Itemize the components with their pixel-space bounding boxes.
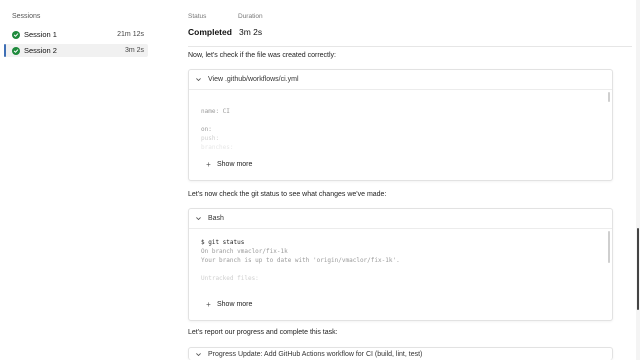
code-output: name: CI on: push: branches:: [189, 90, 612, 160]
check-circle-icon: [12, 30, 20, 39]
divider: [188, 46, 632, 47]
tool-card-title: View .github/workflows/ci.yml: [208, 76, 299, 83]
plus-icon: +: [206, 300, 211, 309]
chevron-down-icon: [195, 351, 202, 358]
tool-card-view-file: View .github/workflows/ci.yml name: CI o…: [188, 69, 613, 181]
sessions-heading: Sessions: [12, 13, 41, 20]
tool-card-header[interactable]: Progress Update: Add GitHub Actions work…: [189, 348, 612, 360]
code-line: Untracked files:: [201, 275, 259, 282]
assistant-message: Let's now check the git status to see wh…: [188, 191, 387, 198]
code-line: push:: [201, 135, 220, 142]
code-line: on:: [201, 126, 212, 133]
tool-card-title: Bash: [208, 215, 224, 222]
session-duration: 3m 2s: [124, 47, 144, 54]
sessions-sidebar: Sessions Session 1 21m 12s Session 2 3m …: [0, 0, 152, 360]
session-name: Session 2: [24, 46, 57, 55]
assistant-message: Let's report our progress and complete t…: [188, 329, 338, 336]
duration-value: 3m 2s: [239, 27, 263, 37]
tool-card-title: Progress Update: Add GitHub Actions work…: [208, 351, 423, 358]
page-scrollbar-thumb[interactable]: [637, 228, 639, 310]
assistant-message: Now, let's check if the file was created…: [188, 52, 337, 59]
session-detail: Status Duration Completed 3m 2s Now, let…: [176, 0, 632, 360]
show-more-button[interactable]: + Show more: [205, 160, 252, 169]
chevron-down-icon: [195, 215, 202, 222]
code-line: name: CI: [201, 108, 230, 115]
code-line: branches:: [201, 144, 234, 151]
tool-card-header[interactable]: View .github/workflows/ci.yml: [189, 70, 612, 90]
status-value: Completed: [188, 27, 232, 37]
code-output: $ git status On branch vmaclor/fix-1k Yo…: [189, 229, 612, 291]
session-item-2[interactable]: Session 2 3m 2s: [4, 44, 148, 57]
duration-label: Duration: [238, 13, 263, 20]
plus-icon: +: [206, 160, 211, 169]
show-more-button[interactable]: + Show more: [205, 300, 252, 309]
tool-card-bash: Bash $ git status On branch vmaclor/fix-…: [188, 208, 613, 321]
session-name: Session 1: [24, 30, 57, 39]
code-line: $ git status: [201, 239, 245, 246]
show-more-label: Show more: [217, 301, 253, 308]
code-line: Your branch is up to date with 'origin/v…: [201, 257, 400, 264]
tool-card-header[interactable]: Bash: [189, 209, 612, 229]
chevron-down-icon: [195, 76, 202, 83]
check-circle-icon: [12, 46, 20, 55]
session-item-1[interactable]: Session 1 21m 12s: [4, 28, 148, 41]
code-scrollbar[interactable]: [608, 92, 610, 102]
code-line: On branch vmaclor/fix-1k: [201, 248, 288, 255]
session-duration: 21m 12s: [117, 31, 144, 38]
tool-card-progress-update: Progress Update: Add GitHub Actions work…: [188, 347, 613, 360]
show-more-label: Show more: [217, 161, 253, 168]
code-scrollbar[interactable]: [608, 231, 610, 263]
page-scrollbar[interactable]: [636, 0, 640, 360]
status-label: Status: [188, 13, 207, 20]
